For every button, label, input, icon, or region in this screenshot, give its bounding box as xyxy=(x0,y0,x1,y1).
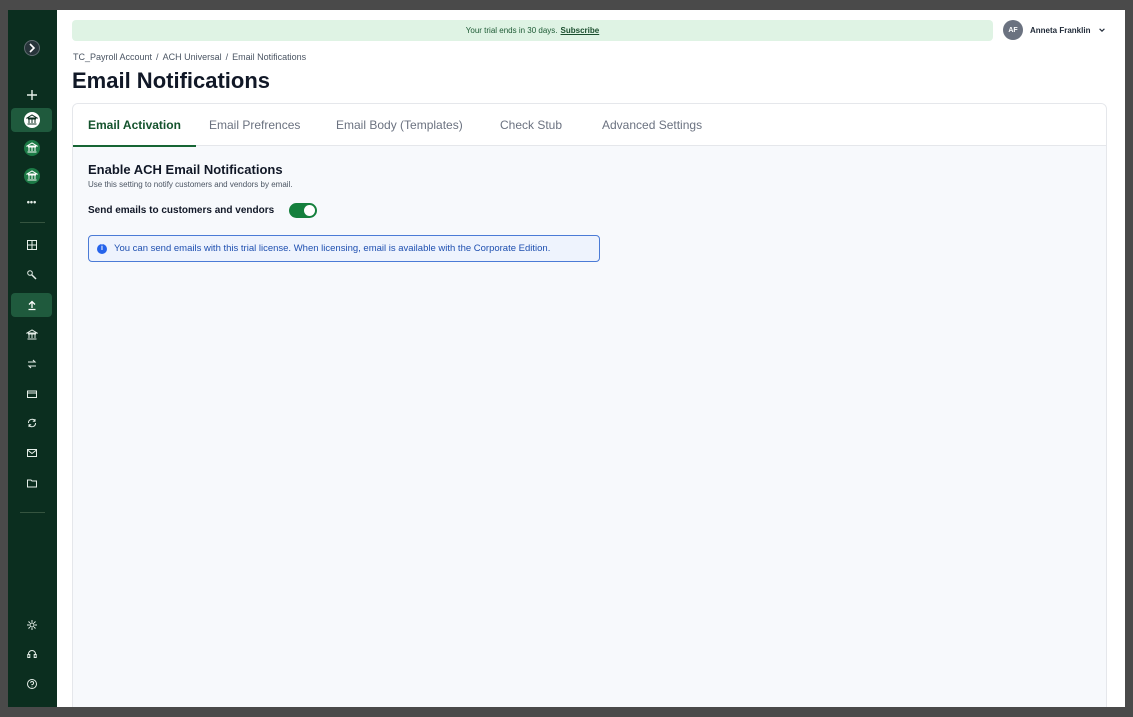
breadcrumb-separator: / xyxy=(225,52,229,62)
breadcrumb-item-ach[interactable]: ACH Universal xyxy=(163,52,222,62)
tab-advanced-settings[interactable]: Advanced Settings xyxy=(602,104,702,146)
folder-icon xyxy=(26,479,37,488)
tab-email-body-templates[interactable]: Email Body (Templates) xyxy=(336,104,463,146)
trial-banner-text: Your trial ends in 30 days. xyxy=(465,26,558,35)
section-title: Enable ACH Email Notifications xyxy=(88,162,283,177)
avatar: AF xyxy=(1003,20,1023,40)
breadcrumb-item-current: Email Notifications xyxy=(232,52,307,62)
sidebar-item-banks[interactable] xyxy=(11,323,52,347)
page-title: Email Notifications xyxy=(72,68,271,93)
sidebar-item-settings[interactable] xyxy=(11,613,52,637)
sidebar-divider xyxy=(20,222,45,223)
help-icon xyxy=(26,679,37,689)
sidebar-item-transfers[interactable] xyxy=(11,352,52,376)
subscribe-link[interactable]: Subscribe xyxy=(561,26,600,35)
wrench-icon xyxy=(26,270,37,280)
account-1-button[interactable] xyxy=(11,108,52,132)
sidebar-item-tools[interactable] xyxy=(11,263,52,287)
breadcrumb: TC_Payroll Account / ACH Universal / Ema… xyxy=(73,52,306,62)
bank-icon xyxy=(23,140,40,156)
mail-icon xyxy=(26,449,37,457)
sidebar-item-files[interactable] xyxy=(11,471,52,495)
sidebar-item-upload[interactable] xyxy=(11,293,52,317)
plus-icon xyxy=(26,90,37,100)
sidebar-item-help[interactable] xyxy=(11,672,52,696)
tab-check-stub[interactable]: Check Stub xyxy=(500,104,562,146)
settings-panel: Email Activation Email Prefrences Email … xyxy=(72,103,1107,707)
sidebar-item-dashboard[interactable] xyxy=(11,233,52,257)
expand-sidebar-button[interactable] xyxy=(11,36,52,60)
user-menu[interactable]: AF Anneta Franklin xyxy=(1003,20,1106,40)
toggle-knob xyxy=(304,205,316,216)
card-icon xyxy=(26,390,37,398)
license-info-alert: i You can send emails with this trial li… xyxy=(88,235,600,262)
sync-icon xyxy=(27,418,36,428)
account-2-button[interactable] xyxy=(11,136,52,160)
bank-icon xyxy=(25,329,38,340)
chevron-right-icon xyxy=(23,40,40,56)
chevron-down-icon xyxy=(1099,28,1106,32)
info-icon: i xyxy=(97,243,107,254)
sidebar-divider xyxy=(20,512,45,513)
user-name: Anneta Franklin xyxy=(1030,25,1091,35)
sidebar: ••• xyxy=(8,10,57,707)
tab-content: Enable ACH Email Notifications Use this … xyxy=(88,162,600,262)
breadcrumb-separator: / xyxy=(156,52,159,62)
upload-icon xyxy=(28,300,35,311)
main-content: Your trial ends in 30 days. Subscribe AF… xyxy=(57,10,1125,707)
trial-banner: Your trial ends in 30 days. Subscribe xyxy=(72,20,993,41)
more-icon: ••• xyxy=(26,197,37,207)
section-description: Use this setting to notify customers and… xyxy=(88,180,293,189)
send-emails-toggle[interactable] xyxy=(289,203,318,218)
bank-icon xyxy=(23,112,40,128)
dashboard-icon xyxy=(26,240,37,250)
transfer-icon xyxy=(27,359,36,369)
sidebar-item-sync[interactable] xyxy=(11,411,52,435)
toggle-row: Send emails to customers and vendors xyxy=(88,203,600,218)
headset-icon xyxy=(26,650,37,658)
add-account-button[interactable] xyxy=(11,83,52,107)
sidebar-item-cards[interactable] xyxy=(11,382,52,406)
info-text: You can send emails with this trial lice… xyxy=(114,243,551,254)
tab-bar: Email Activation Email Prefrences Email … xyxy=(73,104,1106,147)
tab-email-preferences[interactable]: Email Prefrences xyxy=(209,104,300,146)
account-3-button[interactable] xyxy=(11,164,52,188)
toggle-label: Send emails to customers and vendors xyxy=(88,205,275,216)
sidebar-item-support[interactable] xyxy=(11,642,52,666)
app-window: ••• Your trial ends in 30 days. Subscrib… xyxy=(8,10,1125,707)
more-accounts-button[interactable]: ••• xyxy=(11,190,52,214)
breadcrumb-item-account[interactable]: TC_Payroll Account xyxy=(73,52,152,62)
sidebar-item-mail[interactable] xyxy=(11,441,52,465)
tab-email-activation[interactable]: Email Activation xyxy=(73,104,196,147)
settings-icon xyxy=(26,620,37,630)
bank-icon xyxy=(23,168,40,184)
